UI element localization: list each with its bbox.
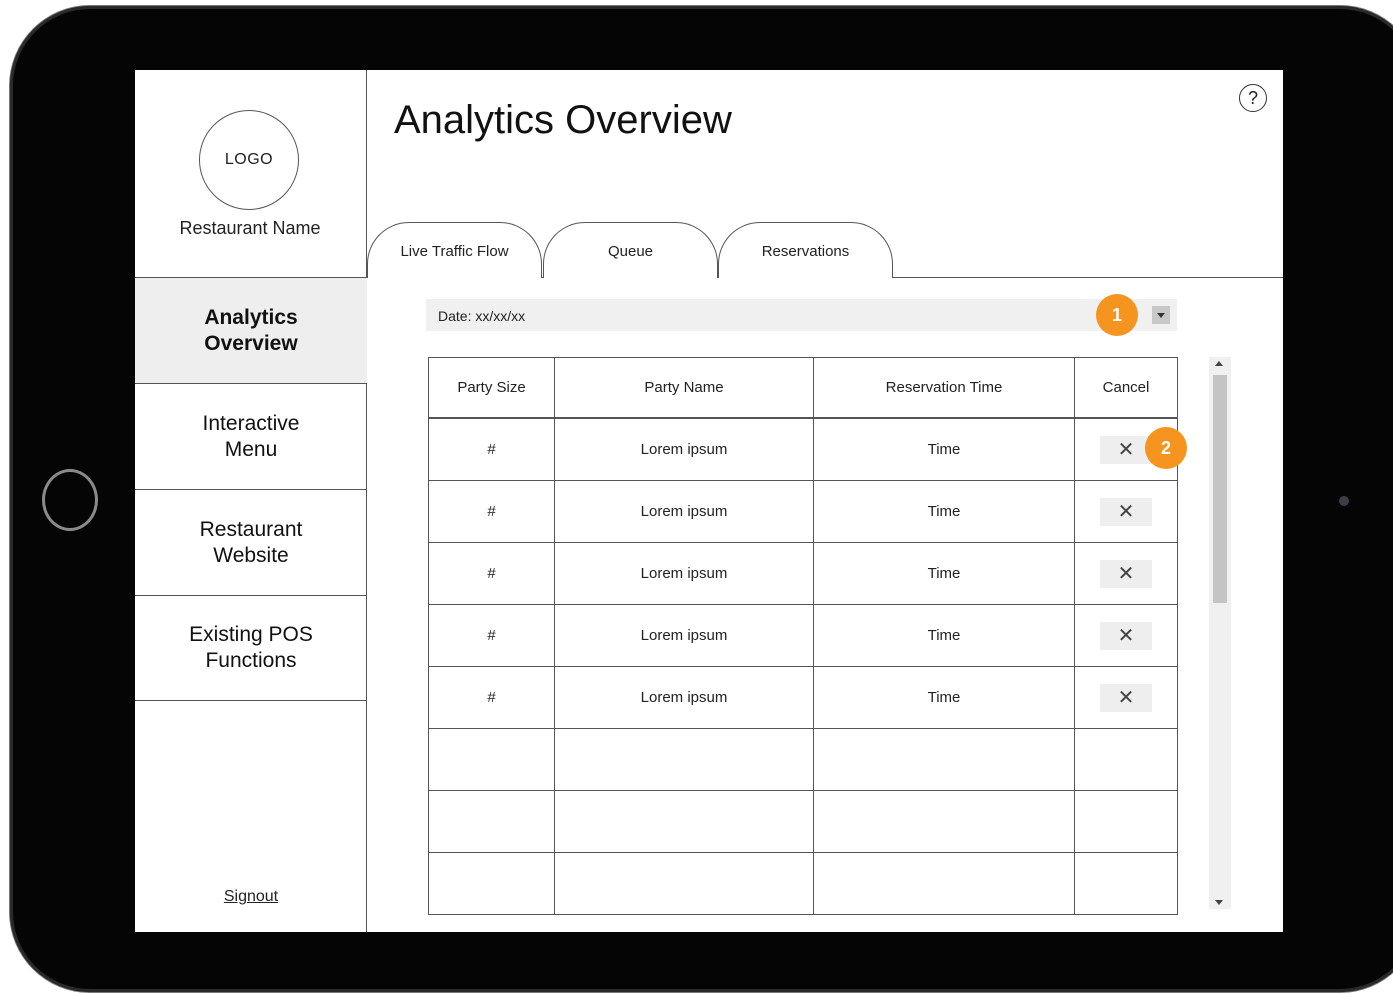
party-name-cell: Lorem ipsum bbox=[554, 542, 814, 605]
cancel-button[interactable]: ✕ bbox=[1100, 621, 1152, 650]
reservation-time-cell: Time bbox=[813, 480, 1075, 543]
reservation-time-cell: Time bbox=[813, 417, 1075, 481]
party-name-cell: Lorem ipsum bbox=[554, 604, 814, 667]
table-row-empty bbox=[428, 790, 1178, 853]
party-size-cell: # bbox=[428, 480, 555, 543]
reservation-time-cell: Time bbox=[813, 604, 1075, 667]
empty-cell bbox=[554, 728, 814, 791]
restaurant-name: Restaurant Name bbox=[179, 218, 321, 238]
tab-live-traffic-flow[interactable]: Live Traffic Flow bbox=[367, 222, 542, 278]
annotation-marker-2: 2 bbox=[1145, 427, 1187, 469]
sidebar-item-interactive-menu[interactable]: Interactive Menu bbox=[135, 383, 367, 489]
table-scrollbar[interactable] bbox=[1209, 357, 1231, 909]
party-size-cell: # bbox=[428, 542, 555, 605]
empty-cell bbox=[554, 790, 814, 853]
tab-queue[interactable]: Queue bbox=[543, 222, 718, 278]
table-row: # Lorem ipsum Time ✕ bbox=[428, 666, 1178, 729]
table-row-empty bbox=[428, 728, 1178, 791]
cancel-button[interactable]: ✕ bbox=[1100, 559, 1152, 588]
date-dropdown-icon[interactable] bbox=[1152, 306, 1170, 324]
empty-cell bbox=[428, 790, 555, 853]
cancel-cell: ✕ bbox=[1074, 666, 1178, 729]
table-row-empty bbox=[428, 852, 1178, 915]
home-button bbox=[42, 469, 98, 531]
signout-link[interactable]: Signout bbox=[135, 888, 367, 906]
sidebar-item-existing-pos-functions[interactable]: Existing POS Functions bbox=[135, 595, 367, 701]
sidebar-item-analytics-overview[interactable]: Analytics Overview bbox=[135, 277, 367, 383]
party-name-cell: Lorem ipsum bbox=[554, 417, 814, 481]
help-icon[interactable]: ? bbox=[1239, 84, 1267, 112]
column-header-party-name: Party Name bbox=[554, 357, 814, 419]
empty-cell bbox=[428, 852, 555, 915]
cancel-button[interactable]: ✕ bbox=[1100, 683, 1152, 712]
empty-cell bbox=[813, 852, 1075, 915]
empty-cell bbox=[813, 728, 1075, 791]
reservation-time-cell: Time bbox=[813, 666, 1075, 729]
column-header-cancel: Cancel bbox=[1074, 357, 1178, 419]
app-screen: LOGO Restaurant Name Analytics Overview … bbox=[135, 70, 1283, 932]
column-header-party-size: Party Size bbox=[428, 357, 555, 419]
cancel-button[interactable]: ✕ bbox=[1100, 497, 1152, 526]
empty-cell bbox=[1074, 790, 1178, 853]
party-size-cell: # bbox=[428, 417, 555, 481]
party-size-cell: # bbox=[428, 604, 555, 667]
logo: LOGO bbox=[199, 110, 299, 210]
reservation-time-cell: Time bbox=[813, 542, 1075, 605]
empty-cell bbox=[428, 728, 555, 791]
table-row: # Lorem ipsum Time ✕ bbox=[428, 604, 1178, 667]
empty-cell bbox=[1074, 728, 1178, 791]
empty-cell bbox=[554, 852, 814, 915]
cancel-cell: ✕ bbox=[1074, 480, 1178, 543]
reservations-table: Party Size Party Name Reservation Time C… bbox=[428, 357, 1178, 915]
cancel-cell: ✕ bbox=[1074, 604, 1178, 667]
sidebar-nav: Analytics Overview Interactive Menu Rest… bbox=[135, 277, 367, 701]
tab-reservations[interactable]: Reservations bbox=[718, 222, 893, 278]
table-row: # Lorem ipsum Time ✕ bbox=[428, 542, 1178, 605]
camera-dot bbox=[1339, 496, 1349, 506]
sidebar: LOGO Restaurant Name Analytics Overview … bbox=[135, 70, 367, 932]
annotation-marker-1: 1 bbox=[1096, 294, 1138, 336]
table-row: # Lorem ipsum Time ✕ bbox=[428, 480, 1178, 543]
party-size-cell: # bbox=[428, 666, 555, 729]
table-row: # Lorem ipsum Time ✕ bbox=[428, 417, 1178, 481]
scroll-down-arrow-icon[interactable] bbox=[1215, 900, 1223, 905]
column-header-reservation-time: Reservation Time bbox=[813, 357, 1075, 419]
page-title: Analytics Overview bbox=[394, 98, 732, 142]
cancel-cell: ✕ bbox=[1074, 542, 1178, 605]
scroll-up-arrow-icon[interactable] bbox=[1215, 361, 1223, 366]
empty-cell bbox=[1074, 852, 1178, 915]
date-filter[interactable]: Date: xx/xx/xx bbox=[426, 299, 1177, 331]
party-name-cell: Lorem ipsum bbox=[554, 666, 814, 729]
sidebar-item-restaurant-website[interactable]: Restaurant Website bbox=[135, 489, 367, 595]
tab-bar: Live Traffic Flow Queue Reservations bbox=[367, 222, 1283, 278]
scroll-thumb[interactable] bbox=[1213, 375, 1227, 603]
party-name-cell: Lorem ipsum bbox=[554, 480, 814, 543]
empty-cell bbox=[813, 790, 1075, 853]
table-header-row: Party Size Party Name Reservation Time C… bbox=[428, 357, 1178, 419]
